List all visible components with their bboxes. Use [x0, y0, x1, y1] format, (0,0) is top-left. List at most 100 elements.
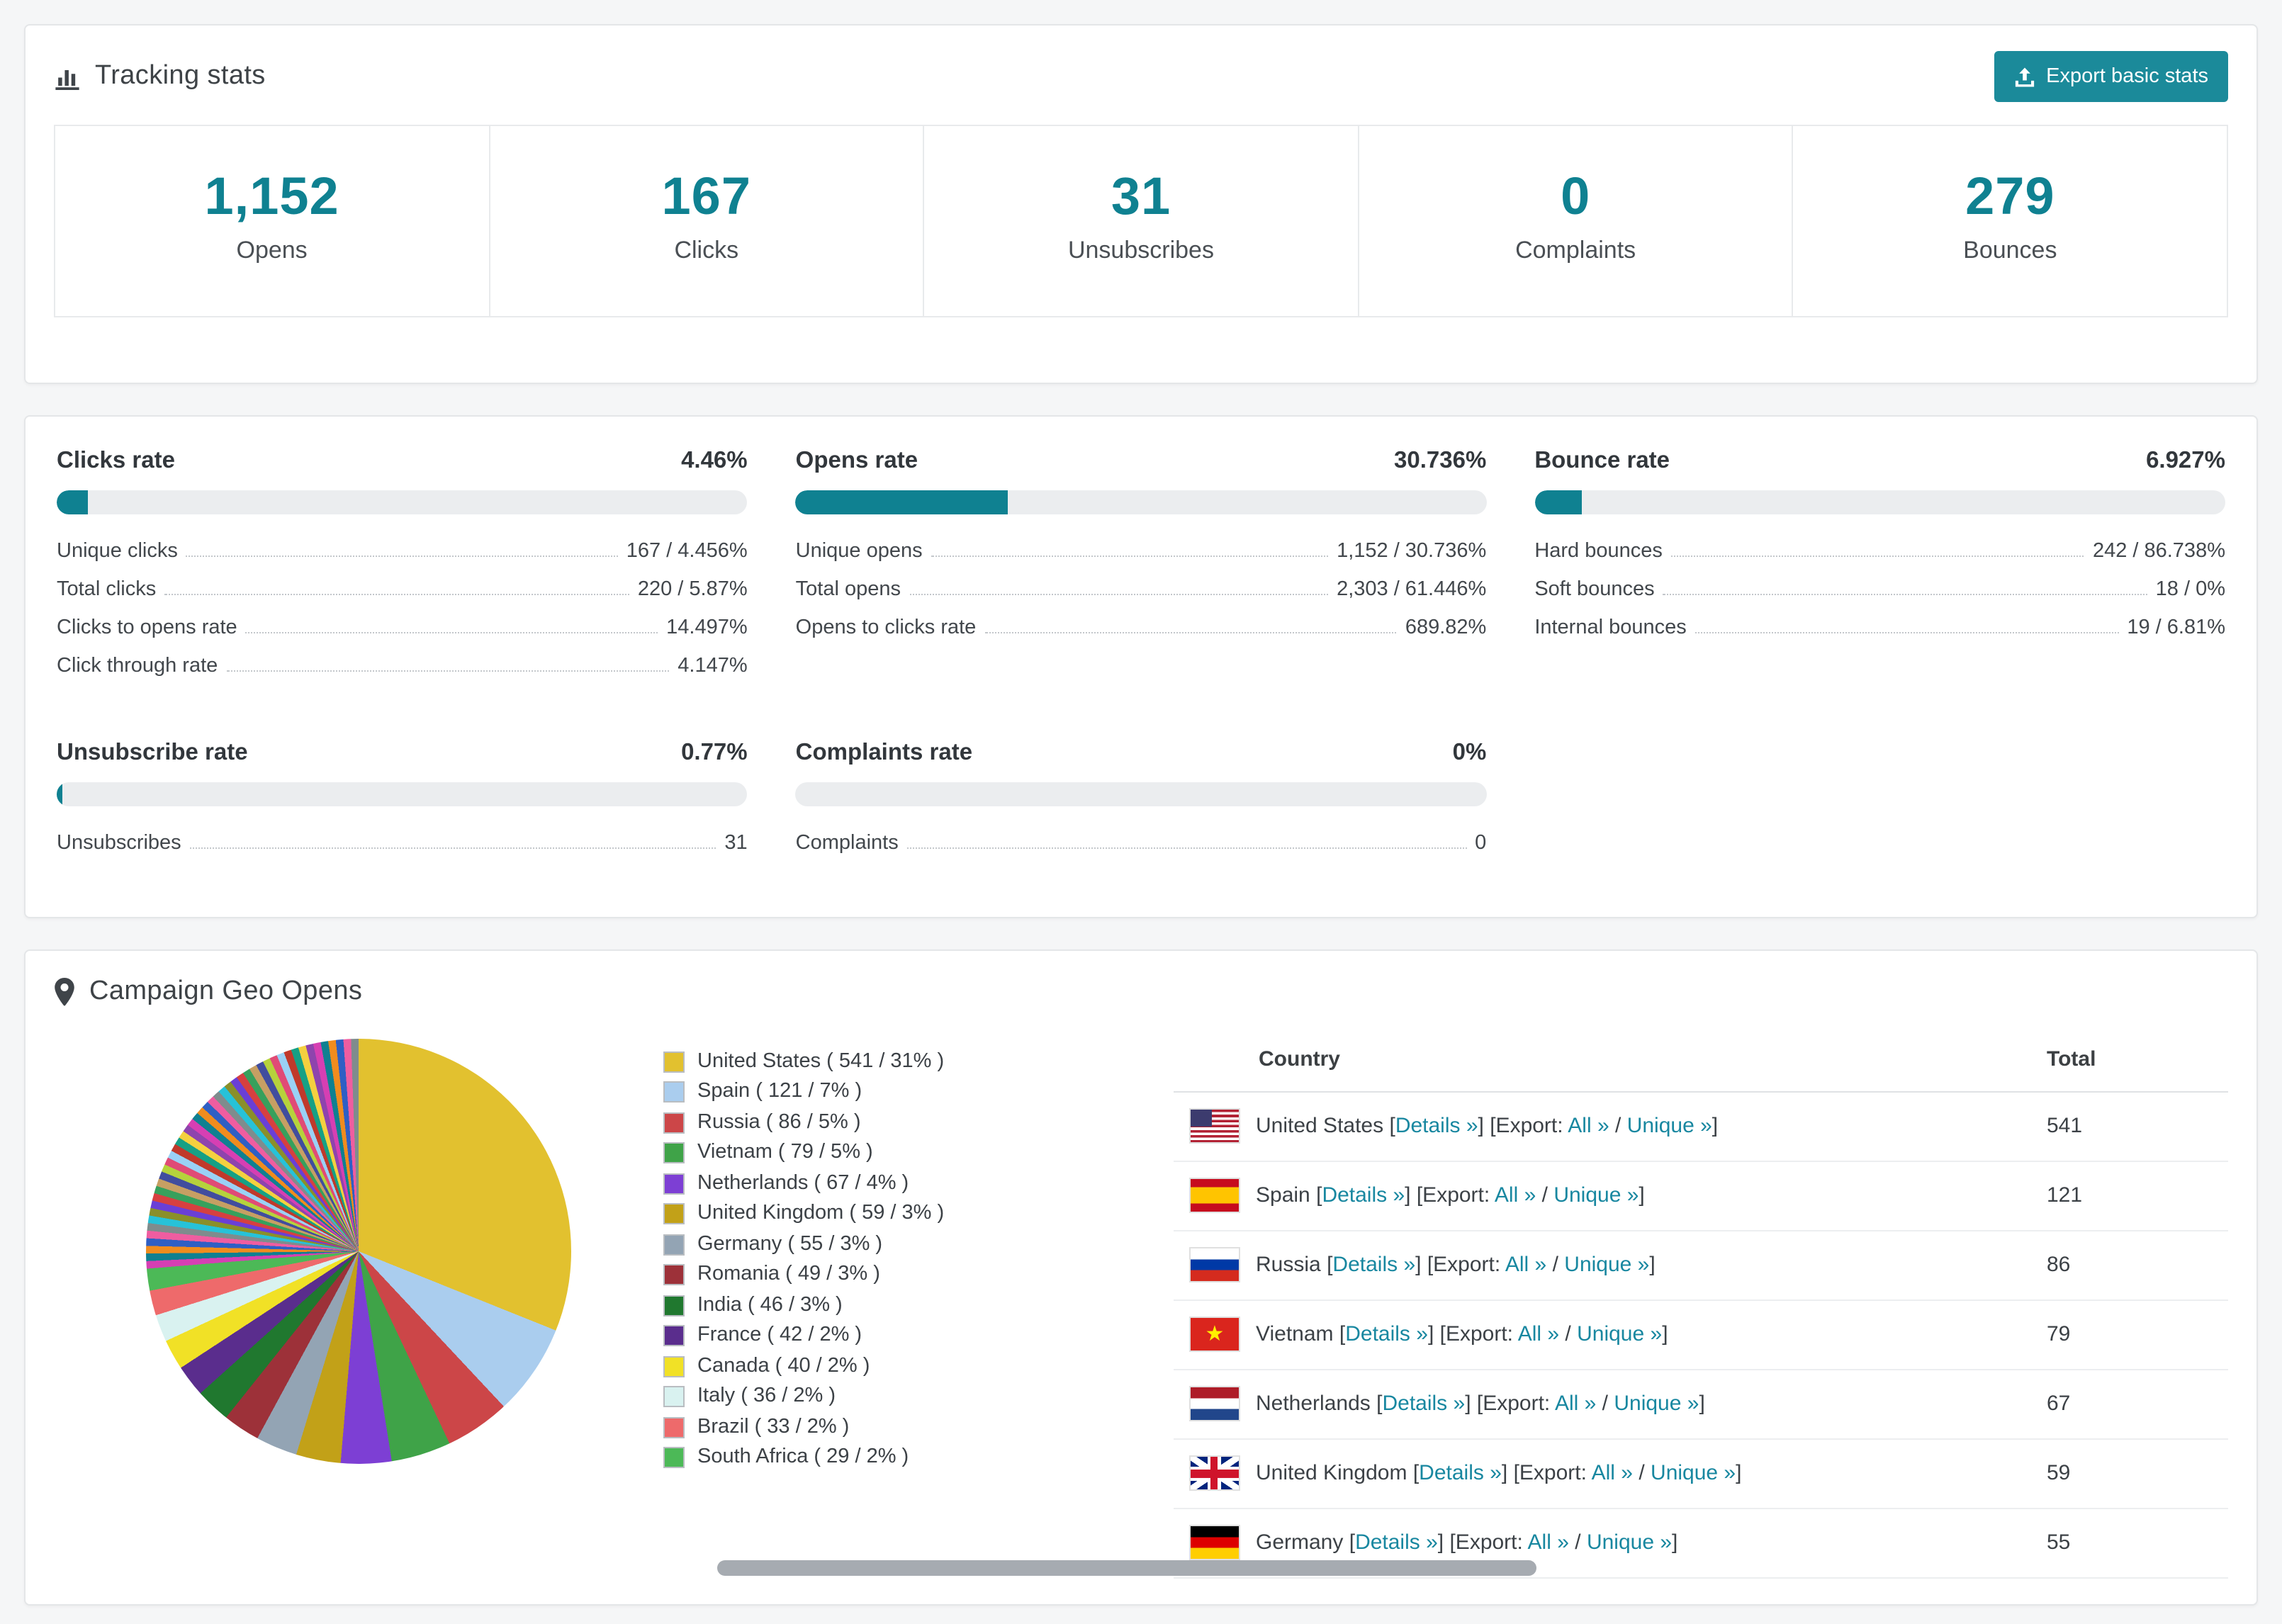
separator: /: [1575, 1530, 1581, 1555]
dotted-leader: [909, 594, 1329, 596]
de-flag-icon: [1191, 1526, 1239, 1560]
legend-label: United States ( 541 / 31% ): [697, 1049, 945, 1073]
bracket-close: ]: [1415, 1252, 1422, 1277]
bracket-close: ]: [1662, 1321, 1668, 1346]
clicks-rate-panel: Clicks rate 4.46% Unique clicks 167 / 4.…: [57, 447, 748, 685]
table-row: Vietnam [Details »] [Export: All » / Uni…: [1174, 1299, 2228, 1370]
stat-label: Unsubscribes: [1067, 236, 1214, 264]
geo-content: United States ( 541 / 31% ) Spain ( 121 …: [54, 1027, 2228, 1579]
export-all-link[interactable]: All »: [1555, 1391, 1596, 1415]
export-all-link[interactable]: All »: [1592, 1460, 1633, 1484]
legend-item: India ( 46 / 3% ): [663, 1290, 1174, 1321]
export-unique-link[interactable]: Unique »: [1651, 1460, 1736, 1484]
rate-row-label: Total opens: [795, 578, 901, 602]
opens-rate-panel: Opens rate 30.736% Unique opens 1,152 / …: [795, 447, 1487, 685]
geo-table-wrap: Country Total United States [Details »] …: [1174, 1027, 2228, 1579]
details-link[interactable]: Details »: [1382, 1391, 1465, 1415]
tracking-stats-title-row: Tracking stats: [54, 61, 266, 92]
legend-swatch: [663, 1142, 685, 1164]
dotted-leader: [189, 847, 716, 850]
progress-track: [795, 490, 1487, 514]
details-link[interactable]: Details »: [1322, 1183, 1405, 1207]
rate-row: Click through rate 4.147%: [57, 647, 748, 685]
legend-item: Netherlands ( 67 / 4% ): [663, 1168, 1174, 1199]
country-name: Russia: [1256, 1252, 1321, 1277]
total-value: 86: [2033, 1230, 2228, 1301]
export-all-link[interactable]: All »: [1518, 1321, 1559, 1346]
rate-row-value: 2,303 / 61.446%: [1337, 578, 1487, 602]
rate-title: Clicks rate: [57, 447, 175, 473]
export-all-link[interactable]: All »: [1505, 1252, 1546, 1276]
export-unique-link[interactable]: Unique »: [1587, 1530, 1672, 1554]
legend-item: Germany ( 55 / 3% ): [663, 1229, 1174, 1260]
details-link[interactable]: Details »: [1419, 1460, 1502, 1484]
legend-swatch: [663, 1325, 685, 1347]
column-header-country: Country: [1174, 1027, 2033, 1093]
dotted-leader: [245, 632, 658, 634]
country-name: United Kingdom: [1256, 1460, 1407, 1485]
geo-pie-chart: [146, 1038, 571, 1464]
legend-item: Brazil ( 33 / 2% ): [663, 1412, 1174, 1443]
legend-swatch: [663, 1203, 685, 1225]
bar-chart-icon: [54, 63, 81, 90]
export-icon: [2013, 66, 2035, 87]
export-all-link[interactable]: All »: [1495, 1183, 1536, 1207]
es-flag-icon: [1191, 1179, 1239, 1212]
separator: /: [1602, 1391, 1608, 1416]
rate-value: 30.736%: [1394, 447, 1487, 473]
details-link[interactable]: Details »: [1345, 1321, 1428, 1346]
legend-label: Italy ( 36 / 2% ): [697, 1385, 836, 1408]
export-all-link[interactable]: All »: [1528, 1530, 1569, 1554]
table-row: United Kingdom [Details »] [Export: All …: [1174, 1438, 2228, 1509]
export-unique-link[interactable]: Unique »: [1614, 1391, 1699, 1415]
export-basic-stats-label: Export basic stats: [2046, 65, 2208, 88]
export-basic-stats-button[interactable]: Export basic stats: [1994, 51, 2228, 102]
stat-label: Complaints: [1515, 236, 1636, 264]
total-value: 67: [2033, 1369, 2228, 1440]
rate-row-label: Internal bounces: [1534, 616, 1687, 640]
stat-clicks: 167 Clicks: [490, 126, 925, 316]
export-unique-link[interactable]: Unique »: [1577, 1321, 1662, 1346]
legend-item: United States ( 541 / 31% ): [663, 1047, 1174, 1077]
rate-row: Complaints 0: [796, 824, 1487, 862]
rate-row: Total clicks 220 / 5.87%: [57, 570, 748, 609]
export-unique-link[interactable]: Unique »: [1564, 1252, 1649, 1276]
legend-label: Brazil ( 33 / 2% ): [697, 1415, 850, 1438]
export-all-link[interactable]: All »: [1568, 1113, 1609, 1137]
legend-swatch: [663, 1355, 685, 1377]
horizontal-scrollbar-thumb[interactable]: [717, 1560, 1536, 1576]
tracking-stats-card: Tracking stats Export basic stats 1,152 …: [24, 24, 2258, 384]
bracket-close: ]: [1501, 1460, 1508, 1485]
details-link[interactable]: Details »: [1332, 1252, 1415, 1276]
page: Tracking stats Export basic stats 1,152 …: [0, 0, 2282, 1606]
legend-label: Canada ( 40 / 2% ): [697, 1354, 870, 1377]
export-unique-link[interactable]: Unique »: [1627, 1113, 1712, 1137]
legend-swatch: [663, 1295, 685, 1316]
pie-legend: United States ( 541 / 31% ) Spain ( 121 …: [663, 1047, 1174, 1473]
dotted-leader: [1663, 594, 2147, 596]
stat-label: Clicks: [674, 236, 739, 264]
dashboard-viewport: Tracking stats Export basic stats 1,152 …: [0, 0, 2282, 1624]
rate-row-label: Opens to clicks rate: [795, 616, 977, 640]
separator: /: [1552, 1252, 1558, 1277]
rate-row-label: Clicks to opens rate: [57, 616, 237, 640]
legend-label: Vietnam ( 79 / 5% ): [697, 1141, 873, 1164]
stat-unsubscribes: 31 Unsubscribes: [924, 126, 1359, 316]
table-row: United States [Details »] [Export: All »…: [1174, 1091, 2228, 1162]
rate-value: 0.77%: [681, 739, 748, 765]
bracket-close: ]: [1699, 1391, 1705, 1416]
country-name: United States: [1256, 1113, 1384, 1138]
export-unique-link[interactable]: Unique »: [1553, 1183, 1639, 1207]
export-label: [Export:: [1449, 1530, 1523, 1555]
bracket-close: ]: [1672, 1530, 1678, 1555]
legend-item: Romania ( 49 / 3% ): [663, 1260, 1174, 1290]
details-link[interactable]: Details »: [1355, 1530, 1438, 1554]
rate-value: 6.927%: [2146, 447, 2225, 473]
legend-swatch: [663, 1081, 685, 1103]
details-link[interactable]: Details »: [1395, 1113, 1478, 1137]
bracket-close: ]: [1427, 1321, 1434, 1346]
table-row: Spain [Details »] [Export: All » / Uniqu…: [1174, 1161, 2228, 1231]
rate-row-value: 167 / 4.456%: [626, 540, 748, 563]
rate-row: Soft bounces 18 / 0%: [1534, 570, 2225, 609]
legend-swatch: [663, 1264, 685, 1286]
